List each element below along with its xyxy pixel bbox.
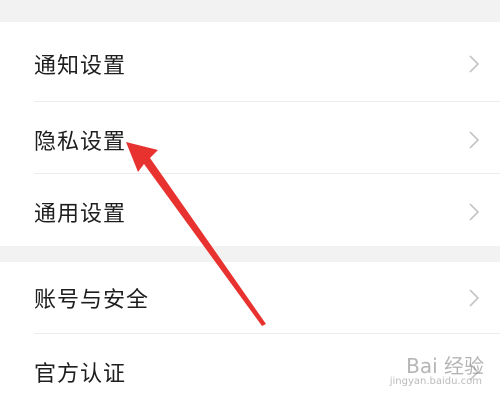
chevron-right-icon xyxy=(469,55,480,73)
settings-item-label: 通用设置 xyxy=(34,202,127,227)
settings-item-general[interactable]: 通用设置 xyxy=(0,182,500,242)
settings-group-notifications-privacy-general: 通知设置 隐私设置 通用设置 xyxy=(0,22,500,246)
chevron-right-icon xyxy=(469,131,480,149)
settings-group-account: 账号与安全 官方认证 xyxy=(0,262,500,400)
settings-item-label: 账号与安全 xyxy=(34,288,150,313)
settings-item-official-verification[interactable]: 官方认证 xyxy=(0,342,500,400)
row-divider xyxy=(34,173,500,174)
settings-item-privacy[interactable]: 隐私设置 xyxy=(0,110,500,170)
settings-item-notifications[interactable]: 通知设置 xyxy=(0,34,500,94)
settings-item-label: 官方认证 xyxy=(34,362,127,387)
settings-item-account-security[interactable]: 账号与安全 xyxy=(0,268,500,328)
settings-item-label: 隐私设置 xyxy=(34,130,127,155)
chevron-right-icon xyxy=(469,203,480,221)
row-divider xyxy=(34,101,500,102)
chevron-right-icon xyxy=(469,289,480,307)
row-divider xyxy=(34,333,500,334)
chevron-right-icon xyxy=(469,363,480,381)
settings-item-label: 通知设置 xyxy=(34,54,127,79)
settings-page: 通知设置 隐私设置 通用设置 账号与安全 官方认证 Bai 经验 jingyan… xyxy=(0,0,500,400)
